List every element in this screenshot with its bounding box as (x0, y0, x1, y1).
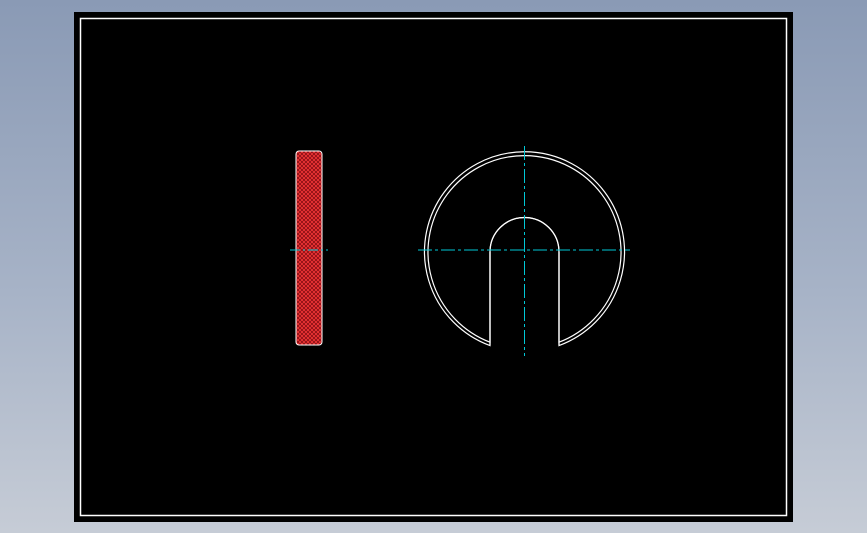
sheet-outer-border (74, 12, 793, 522)
section-hatch (295, 150, 323, 346)
sheet-inner-border (79, 17, 788, 517)
section-view (290, 150, 328, 346)
drawing-sheet (74, 12, 793, 522)
drawing-canvas (74, 12, 793, 522)
front-view (418, 146, 630, 356)
